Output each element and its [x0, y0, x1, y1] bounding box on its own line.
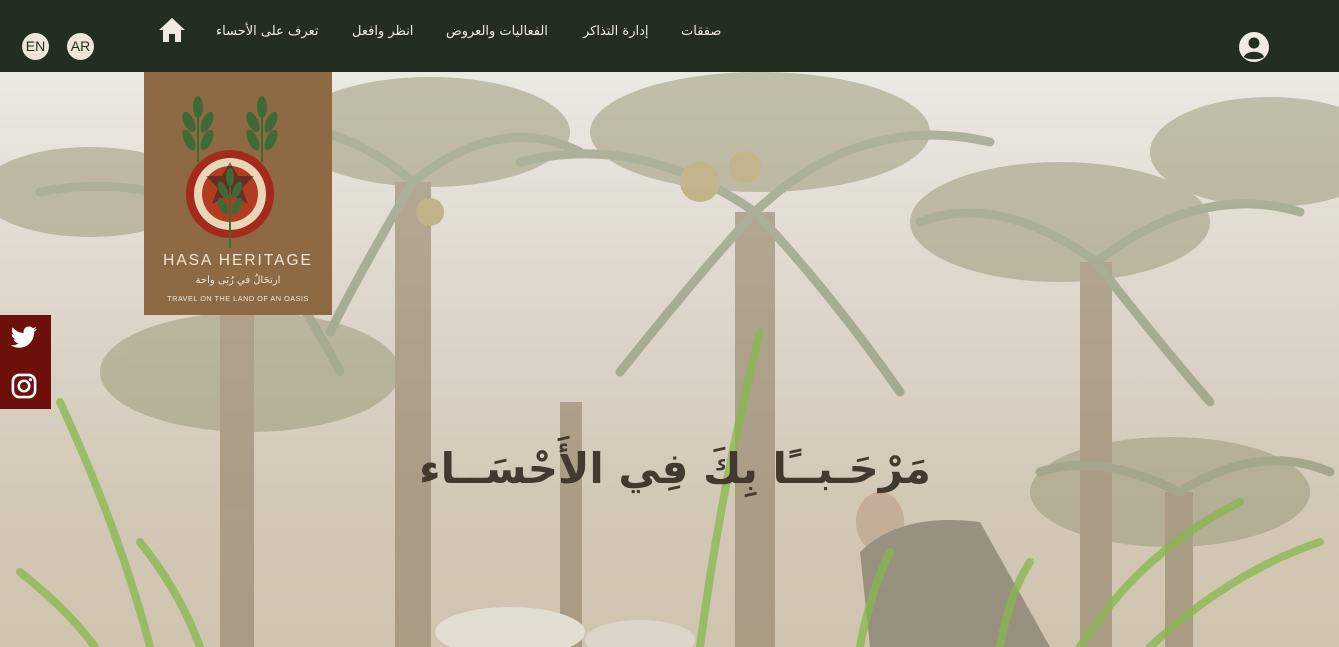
- user-account-icon[interactable]: [1238, 31, 1270, 63]
- logo-arabic-slogan: ارتحَالٌ في رُبَى واحة: [195, 275, 281, 286]
- hasa-heritage-logo[interactable]: HASA HERITAGE ارتحَالٌ في رُبَى واحة TRA…: [144, 72, 332, 315]
- wheat-emblem-icon: [182, 96, 278, 248]
- language-ar-button[interactable]: AR: [67, 33, 94, 60]
- top-navigation-bar: EN AR تعرف على الأحساء انظر وافعل الفعال…: [0, 0, 1339, 72]
- nav-deals[interactable]: صفقات: [681, 24, 721, 39]
- nav-events-and-offers[interactable]: الفعاليات والعروض: [446, 24, 548, 39]
- logo-title: HASA HERITAGE: [163, 252, 313, 269]
- social-links-panel: [0, 315, 51, 409]
- home-icon[interactable]: [158, 17, 186, 43]
- instagram-icon[interactable]: [10, 372, 38, 400]
- nav-about-ahsa[interactable]: تعرف على الأحساء: [216, 24, 318, 39]
- twitter-icon[interactable]: [10, 323, 38, 351]
- nav-ticket-management[interactable]: إدارة التذاكر: [583, 24, 649, 39]
- language-en-button[interactable]: EN: [22, 33, 49, 60]
- logo-tagline: TRAVEL ON THE LAND OF AN OASIS: [167, 294, 309, 303]
- hero-welcome-heading: مَرْحَـبــًا بِكَ فِي الأَحْسَــاء: [419, 444, 931, 493]
- nav-see-and-do[interactable]: انظر وافعل: [352, 24, 413, 39]
